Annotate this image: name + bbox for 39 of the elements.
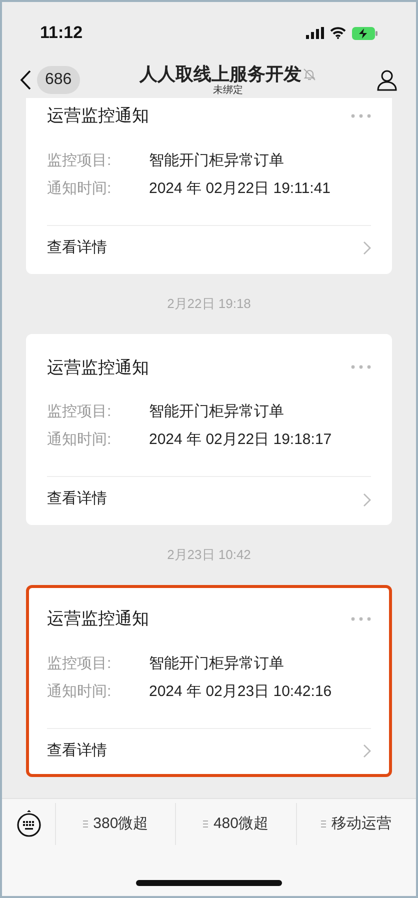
menu-lines-icon (83, 820, 88, 828)
status-time: 11:12 (40, 22, 83, 44)
signal-icon (306, 27, 324, 39)
timestamp: 2月22日 19:18 (167, 294, 251, 313)
field-value: 智能开门柜异常订单 (149, 150, 284, 170)
chevron-right-icon (363, 241, 371, 255)
field-label: 监控项目: (47, 150, 112, 170)
card-title: 运营监控通知 (47, 105, 149, 127)
back-icon[interactable] (20, 70, 31, 90)
field-label: 监控项目: (47, 402, 112, 422)
chat-subtitle: 未绑定 (212, 85, 243, 97)
field-value: 智能开门柜异常订单 (149, 402, 284, 422)
menu-button[interactable]: 480微超 (213, 812, 268, 836)
battery-charging-icon (352, 26, 378, 40)
menu-button[interactable]: 380微超 (93, 812, 148, 836)
view-details-link[interactable]: 查看详情 (47, 488, 107, 511)
view-details-link[interactable]: 查看详情 (47, 236, 107, 260)
menu-lines-icon (321, 820, 326, 828)
menu-lines-icon (203, 820, 208, 828)
field-value: 2024 年 02月22日 19:18:17 (149, 430, 332, 450)
keyboard-icon[interactable] (16, 809, 42, 839)
card-title: 运营监控通知 (47, 608, 149, 630)
menu-button[interactable]: 移动运营 (331, 812, 392, 836)
field-label: 通知时间: (47, 430, 112, 450)
chevron-right-icon (363, 744, 371, 758)
chat-title: 人人取线上服务开发 (139, 63, 302, 84)
field-value: 智能开门柜异常订单 (149, 654, 284, 674)
view-details-link[interactable]: 查看详情 (47, 740, 107, 762)
field-value: 2024 年 02月22日 19:11:41 (149, 178, 331, 198)
unread-count-badge[interactable]: 686 (37, 66, 80, 94)
timestamp: 2月23日 10:42 (167, 546, 251, 564)
wifi-icon (330, 27, 346, 39)
field-label: 通知时间: (47, 178, 112, 198)
field-label: 监控项目: (47, 654, 112, 674)
card-title: 运营监控通知 (47, 356, 149, 378)
field-value: 2024 年 02月23日 10:42:16 (149, 682, 332, 702)
person-icon[interactable] (376, 69, 398, 91)
chevron-right-icon (363, 492, 371, 506)
field-label: 通知时间: (47, 682, 112, 702)
